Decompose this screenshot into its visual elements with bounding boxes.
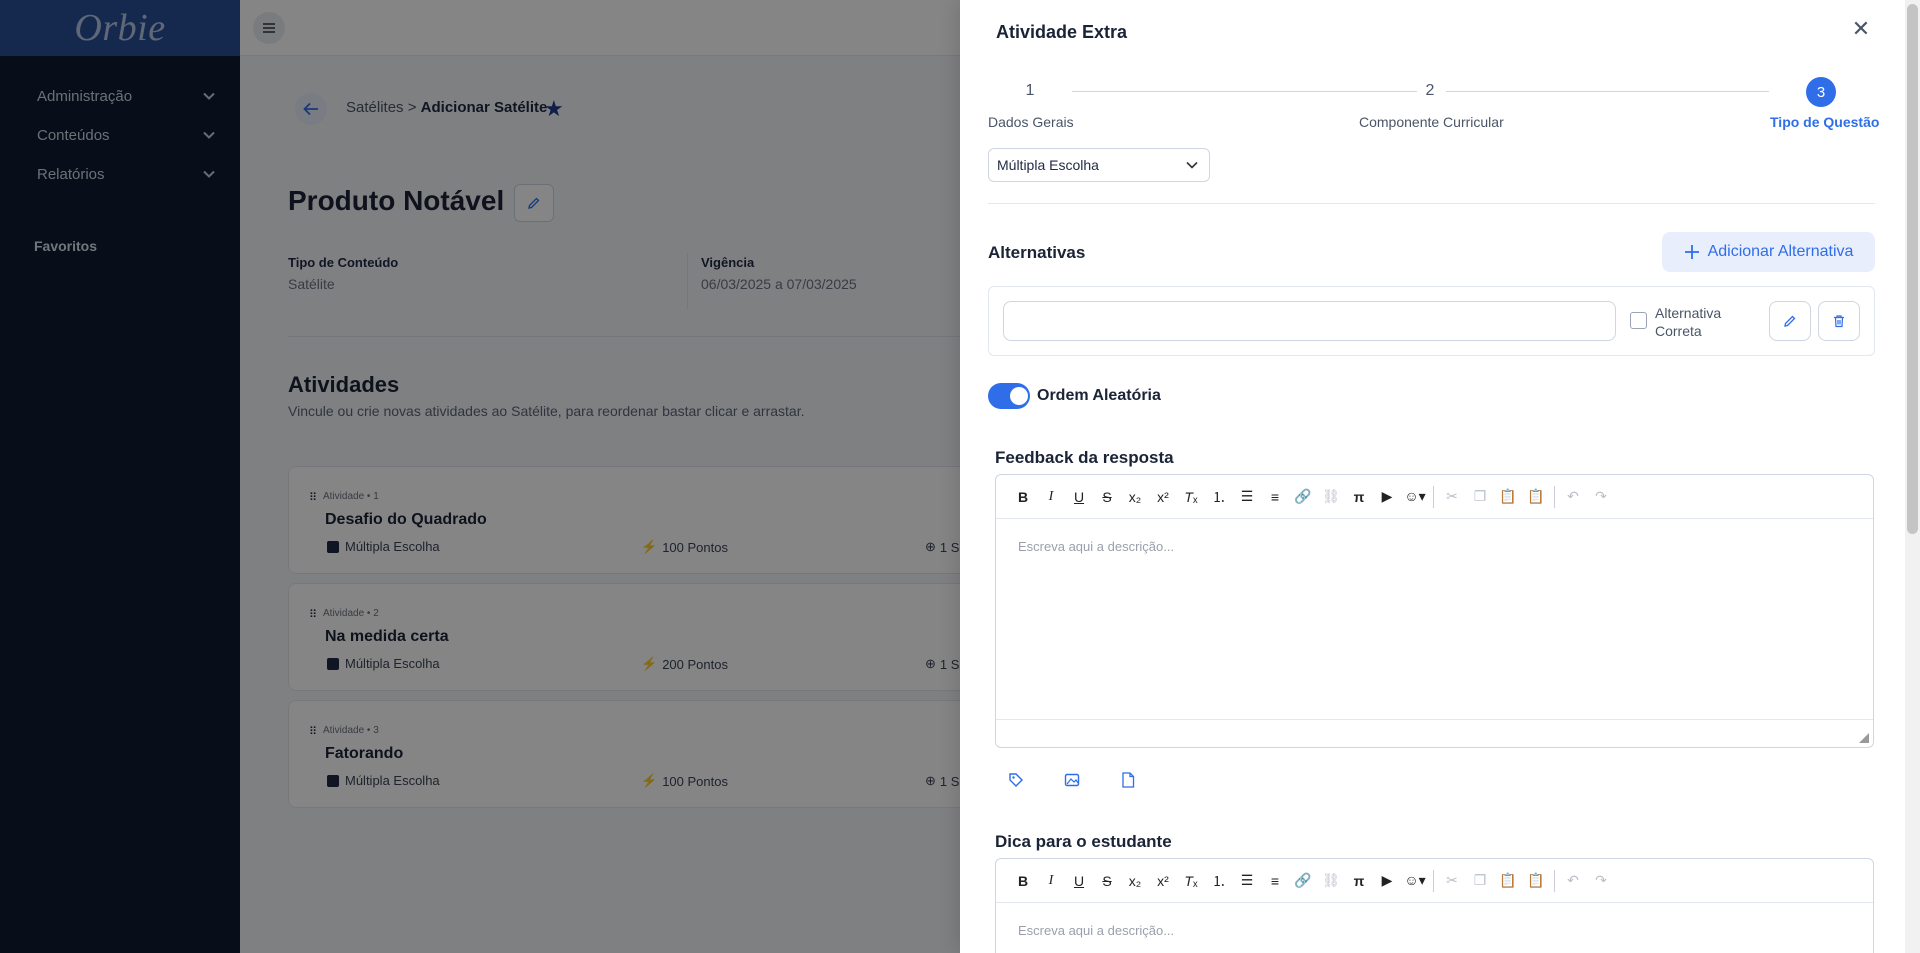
hint-title: Dica para o estudante [995, 832, 1172, 851]
alternatives-title: Alternativas [988, 243, 1086, 262]
link-icon[interactable]: 🔗 [1289, 867, 1317, 895]
delete-alternative-button[interactable] [1818, 301, 1860, 341]
clear-format-icon[interactable]: Tₓ [1177, 483, 1205, 511]
paste-icon[interactable]: 📋 [1494, 867, 1522, 895]
undo-icon[interactable]: ↶ [1559, 483, 1587, 511]
image-icon[interactable] [1062, 770, 1082, 790]
italic-icon[interactable]: I [1037, 483, 1065, 511]
hint-placeholder: Escreva aqui a descrição... [1018, 923, 1175, 938]
bold-icon[interactable]: B [1009, 483, 1037, 511]
align-icon[interactable]: ≡ [1261, 483, 1289, 511]
link-icon[interactable]: 🔗 [1289, 483, 1317, 511]
hint-editor[interactable]: B I U S x₂ x² Tₓ ⒈ ☰ ≡ 🔗 ⛓ π ▶ ☺▾ ✂ ❐ 📋 … [995, 858, 1874, 953]
feedback-editor[interactable]: B I U S x₂ x² Tₓ ⒈ ☰ ≡ 🔗 ⛓ π ▶ ☺▾ ✂ ❐ 📋 … [995, 474, 1874, 748]
close-icon[interactable]: ✕ [1850, 16, 1872, 41]
align-icon[interactable]: ≡ [1261, 867, 1289, 895]
unlink-icon[interactable]: ⛓ [1317, 483, 1345, 511]
toolbar-separator [1433, 869, 1434, 892]
superscript-icon[interactable]: x² [1149, 483, 1177, 511]
underline-icon[interactable]: U [1065, 483, 1093, 511]
scrollbar-thumb[interactable] [1907, 4, 1918, 534]
emoji-icon[interactable]: ☺▾ [1401, 483, 1429, 511]
subscript-icon[interactable]: x₂ [1121, 483, 1149, 511]
superscript-icon[interactable]: x² [1149, 867, 1177, 895]
paste-text-icon[interactable]: 📋 [1522, 867, 1550, 895]
strikethrough-icon[interactable]: S [1093, 483, 1121, 511]
bullet-list-icon[interactable]: ☰ [1233, 483, 1261, 511]
redo-icon[interactable]: ↷ [1587, 483, 1615, 511]
step-3-label: Tipo de Questão [1770, 114, 1880, 130]
emoji-icon[interactable]: ☺▾ [1401, 867, 1429, 895]
video-icon[interactable]: ▶ [1373, 483, 1401, 511]
editor-toolbar: B I U S x₂ x² Tₓ ⒈ ☰ ≡ 🔗 ⛓ π ▶ ☺▾ ✂ ❐ 📋 … [996, 475, 1873, 519]
clear-format-icon[interactable]: Tₓ [1177, 867, 1205, 895]
copy-icon[interactable]: ❐ [1466, 867, 1494, 895]
file-icon[interactable] [1118, 770, 1138, 790]
resize-handle-icon[interactable] [1859, 733, 1869, 743]
step-connector [1072, 91, 1417, 92]
step-2-number[interactable]: 2 [1420, 82, 1440, 100]
toolbar-separator [1554, 869, 1555, 892]
divider [988, 203, 1875, 204]
random-order-label: Ordem Aleatória [1037, 387, 1161, 404]
redo-icon[interactable]: ↷ [1587, 867, 1615, 895]
paste-icon[interactable]: 📋 [1494, 483, 1522, 511]
subscript-icon[interactable]: x₂ [1121, 867, 1149, 895]
step-3-number[interactable]: 3 [1806, 77, 1836, 107]
strikethrough-icon[interactable]: S [1093, 867, 1121, 895]
plus-icon [1684, 245, 1699, 259]
feedback-title: Feedback da resposta [995, 448, 1174, 467]
feedback-placeholder: Escreva aqui a descrição... [1018, 539, 1175, 554]
numbered-list-icon[interactable]: ⒈ [1205, 483, 1233, 511]
add-alternative-label: Adicionar Alternativa [1707, 243, 1854, 260]
question-type-value: Múltipla Escolha [997, 157, 1099, 173]
bullet-list-icon[interactable]: ☰ [1233, 867, 1261, 895]
step-1-number[interactable]: 1 [1020, 82, 1040, 100]
bold-icon[interactable]: B [1009, 867, 1037, 895]
toolbar-separator [1433, 485, 1434, 508]
alternative-text-input[interactable] [1003, 301, 1616, 341]
math-icon[interactable]: π [1345, 867, 1373, 895]
undo-icon[interactable]: ↶ [1559, 867, 1587, 895]
pencil-icon [1784, 315, 1796, 327]
unlink-icon[interactable]: ⛓ [1317, 867, 1345, 895]
cut-icon[interactable]: ✂ [1438, 867, 1466, 895]
video-icon[interactable]: ▶ [1373, 867, 1401, 895]
italic-icon[interactable]: I [1037, 867, 1065, 895]
editor-toolbar: B I U S x₂ x² Tₓ ⒈ ☰ ≡ 🔗 ⛓ π ▶ ☺▾ ✂ ❐ 📋 … [996, 859, 1873, 903]
tag-icon[interactable] [1006, 770, 1026, 790]
editor-status-bar [996, 719, 1873, 747]
cut-icon[interactable]: ✂ [1438, 483, 1466, 511]
modal-backdrop[interactable] [0, 0, 960, 953]
underline-icon[interactable]: U [1065, 867, 1093, 895]
numbered-list-icon[interactable]: ⒈ [1205, 867, 1233, 895]
toolbar-separator [1554, 485, 1555, 508]
math-icon[interactable]: π [1345, 483, 1373, 511]
step-1-label: Dados Gerais [988, 114, 1074, 130]
toggle-knob [1010, 387, 1028, 405]
question-type-select[interactable]: Múltipla Escolha [988, 148, 1210, 182]
drawer-title: Atividade Extra [996, 22, 1128, 42]
step-connector [1446, 91, 1769, 92]
edit-alternative-button[interactable] [1769, 301, 1811, 341]
correct-alternative-checkbox[interactable] [1630, 312, 1647, 329]
trash-icon [1834, 315, 1844, 328]
copy-icon[interactable]: ❐ [1466, 483, 1494, 511]
chevron-down-icon [1186, 161, 1198, 169]
step-2-label: Componente Curricular [1359, 114, 1504, 130]
correct-alternative-label: Alternativa Correta [1655, 305, 1722, 339]
paste-text-icon[interactable]: 📋 [1522, 483, 1550, 511]
add-alternative-button[interactable]: Adicionar Alternativa [1662, 232, 1875, 272]
